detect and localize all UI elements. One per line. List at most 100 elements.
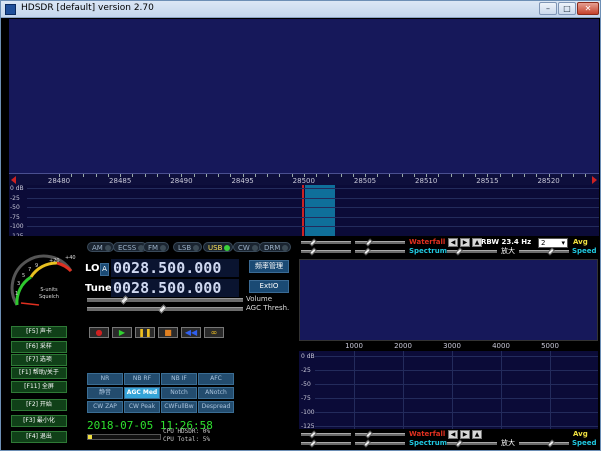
zoom-slider-6[interactable] <box>519 247 569 256</box>
function-key-button[interactable]: [F6] 采样 <box>11 341 67 353</box>
slider-thumb[interactable] <box>309 430 317 439</box>
slider-thumb[interactable] <box>309 247 317 256</box>
zoom-slider-5[interactable] <box>447 247 497 256</box>
scroll-left-arrow-icon[interactable] <box>11 176 16 184</box>
agc-threshold-slider[interactable] <box>87 304 243 314</box>
loop-button[interactable]: ∞ <box>204 327 224 338</box>
dsp-button-cwfullbw[interactable]: CWFullBw <box>161 401 197 413</box>
tune-marker[interactable] <box>302 185 304 236</box>
dsp-button-afc[interactable]: AFC <box>198 373 234 385</box>
mode-label: USB <box>208 244 223 252</box>
zoom-axis-label: 3000 <box>443 342 461 350</box>
function-key-button[interactable]: [F3] 最小化 <box>11 415 67 427</box>
zoom-left-button[interactable]: ◀ <box>448 238 458 247</box>
slider-thumb[interactable] <box>547 247 555 256</box>
main-waterfall[interactable] <box>9 19 599 173</box>
frequency-tick <box>157 174 158 177</box>
zoom-right-button-bottom[interactable]: ▶ <box>460 430 470 439</box>
mode-button-lsb[interactable]: LSB <box>173 242 203 252</box>
slider-thumb[interactable] <box>547 439 555 448</box>
dsp-button-cw-peak[interactable]: CW Peak <box>124 401 160 413</box>
close-button[interactable]: ✕ <box>577 2 599 15</box>
zoom-db-label: -50 <box>301 381 311 388</box>
zoom-slider-3[interactable] <box>301 247 351 256</box>
frequency-manager-button[interactable]: 频率管理 <box>249 260 289 273</box>
frequency-tick-label: 28490 <box>170 177 193 185</box>
function-key-button[interactable]: [F2] 开始 <box>11 399 67 411</box>
zoom-db-label: -125 <box>301 423 315 430</box>
zoom-spectrum[interactable]: 0 dB -25 -50 -75 -100 -125 <box>299 351 598 430</box>
slider-thumb[interactable] <box>309 439 317 448</box>
lo-frequency-display[interactable]: 0028.500.000 <box>111 259 239 277</box>
dsp-button-nr[interactable]: NR <box>87 373 123 385</box>
mode-button-usb[interactable]: USB <box>203 242 234 252</box>
zoom-slider-11[interactable] <box>447 439 497 448</box>
cpu-hdsdr-readout: CPU HDSDR: 0% <box>163 428 210 435</box>
zoom-slider-9[interactable] <box>301 439 351 448</box>
function-key-button[interactable]: [F7] 选项 <box>11 354 67 366</box>
mode-button-fm[interactable]: FM <box>143 242 170 252</box>
zoom-slider-10[interactable] <box>355 439 405 448</box>
zoom-slider-4[interactable] <box>355 247 405 256</box>
zoom-axis-label: 1000 <box>345 342 363 350</box>
dsp-button-despread[interactable]: Despread <box>198 401 234 413</box>
zoom-slider-12[interactable] <box>519 439 569 448</box>
mode-button-am[interactable]: AM <box>87 242 114 252</box>
dsp-button-静音[interactable]: 静音 <box>87 387 123 399</box>
lo-lock-button[interactable]: A <box>100 263 109 276</box>
zoom-slider-8[interactable] <box>355 430 405 439</box>
slider-thumb[interactable] <box>309 238 317 247</box>
rewind-button[interactable]: ◀◀ <box>181 327 201 338</box>
dsp-button-nb-rf[interactable]: NB RF <box>124 373 160 385</box>
zoom-axis-label: 5000 <box>541 342 559 350</box>
rx-filter-band[interactable] <box>305 185 335 236</box>
dsp-button-notch[interactable]: Notch <box>161 387 197 399</box>
slider-thumb[interactable] <box>455 439 463 448</box>
zoom-spectrum-gridline <box>315 412 598 413</box>
slider-thumb[interactable] <box>363 247 371 256</box>
function-key-button[interactable]: [F11] 全屏 <box>11 381 67 393</box>
zoom-slider-2[interactable] <box>355 238 405 247</box>
frequency-tick <box>169 174 170 177</box>
pause-button[interactable]: ❚❚ <box>135 327 155 338</box>
spectrum-gridline <box>27 197 599 199</box>
slider-thumb[interactable] <box>365 430 373 439</box>
scroll-right-arrow-icon[interactable] <box>592 176 597 184</box>
record-button[interactable]: ● <box>89 327 109 338</box>
slider-thumb[interactable] <box>455 247 463 256</box>
slider-thumb[interactable] <box>365 238 373 247</box>
play-button[interactable]: ▶ <box>112 327 132 338</box>
dsp-button-agc-med[interactable]: AGC Med <box>124 387 160 399</box>
frequency-tick <box>145 174 146 177</box>
extio-button[interactable]: ExtIO <box>249 280 289 293</box>
frequency-axis[interactable]: 28480 28485 28490 28495 28500 28505 28510 28515… <box>9 173 599 185</box>
slider-thumb[interactable] <box>363 439 371 448</box>
zoom-slider-1[interactable] <box>301 238 351 247</box>
dsp-button-anotch[interactable]: ANotch <box>198 387 234 399</box>
zoom-left-button-bottom[interactable]: ◀ <box>448 430 458 439</box>
volume-slider[interactable] <box>87 295 243 305</box>
function-key-button[interactable]: [F4] 退出 <box>11 431 67 443</box>
function-key-button[interactable]: [F1] 帮助/关于 <box>11 367 67 379</box>
mode-button-cw[interactable]: CW <box>233 242 261 252</box>
mode-label: CW <box>238 244 250 252</box>
maximize-button[interactable]: □ <box>558 2 576 15</box>
zoom-right-button[interactable]: ▶ <box>460 238 470 247</box>
s-meter: 1 3579 +20 +40 S-units Squelch <box>10 254 76 306</box>
zoom-waterfall[interactable] <box>299 259 598 341</box>
spectrum-label-bottom: Spectrum <box>409 439 448 447</box>
function-key-button[interactable]: [F5] 声卡 <box>11 326 67 338</box>
mode-button-drm[interactable]: DRM <box>259 242 292 252</box>
zoom-center-button-bottom[interactable]: ▲ <box>472 430 482 439</box>
dsp-button-nb-if[interactable]: NB IF <box>161 373 197 385</box>
agc-slider-thumb[interactable] <box>157 304 168 314</box>
tune-frequency-display[interactable]: 0028.500.000 <box>111 279 239 297</box>
minimize-button[interactable]: – <box>539 2 557 15</box>
dsp-button-cw-zap[interactable]: CW ZAP <box>87 401 123 413</box>
zoom-spectrum-vgridline <box>452 351 453 429</box>
avg-select[interactable]: 2 ▾ <box>538 238 568 248</box>
main-spectrum[interactable]: 0 dB -25 -50 -75 -100 -125 <box>9 185 599 236</box>
mode-label: DRM <box>264 244 281 252</box>
stop-button[interactable]: ■ <box>158 327 178 338</box>
zoom-slider-7[interactable] <box>301 430 351 439</box>
